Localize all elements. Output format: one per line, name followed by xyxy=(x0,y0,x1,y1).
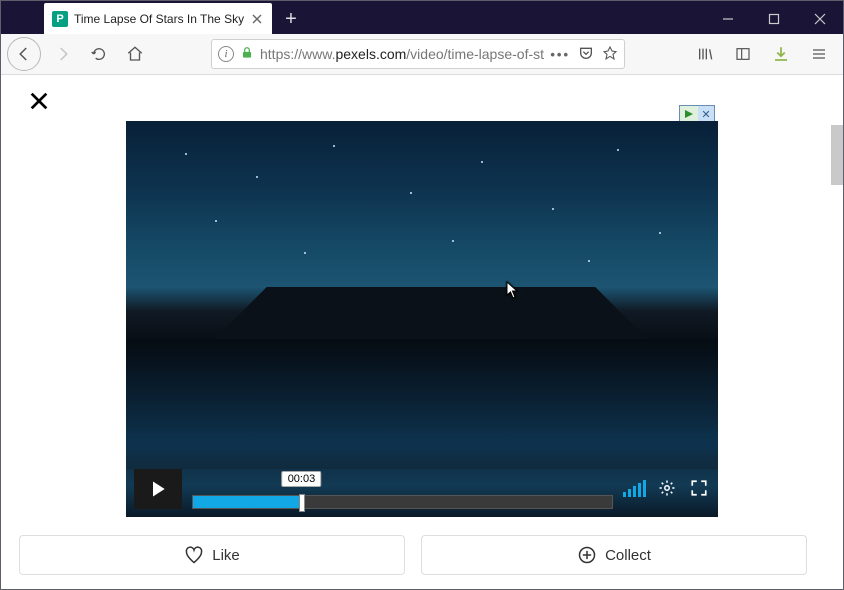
seek-progress xyxy=(193,496,302,508)
like-button[interactable]: Like xyxy=(19,535,405,575)
window-close-button[interactable] xyxy=(797,4,843,34)
home-button[interactable] xyxy=(119,39,151,69)
scrollbar[interactable] xyxy=(831,125,843,185)
minimize-button[interactable] xyxy=(705,4,751,34)
menu-icon[interactable] xyxy=(803,39,835,69)
seek-bar[interactable] xyxy=(192,495,613,509)
address-bar[interactable]: i https://www.pexels.com/video/time-laps… xyxy=(211,39,625,69)
window-controls xyxy=(705,4,843,34)
idm-play-icon[interactable] xyxy=(680,106,698,122)
pexels-favicon: P xyxy=(52,11,68,27)
tab-title: Time Lapse Of Stars In The Sky xyxy=(74,12,244,26)
fullscreen-icon[interactable] xyxy=(688,477,710,499)
action-bar: Like Collect xyxy=(19,535,807,575)
window-titlebar: P Time Lapse Of Stars In The Sky + xyxy=(1,1,843,34)
library-icon[interactable] xyxy=(689,39,721,69)
browser-tab[interactable]: P Time Lapse Of Stars In The Sky xyxy=(44,3,272,34)
heart-icon xyxy=(184,545,204,565)
lock-icon xyxy=(240,46,254,63)
video-controls: 00:03 xyxy=(134,457,710,509)
back-button[interactable] xyxy=(7,37,41,71)
collect-button[interactable]: Collect xyxy=(421,535,807,575)
settings-gear-icon[interactable] xyxy=(656,477,678,499)
video-player[interactable]: 00:03 xyxy=(126,121,718,517)
like-label: Like xyxy=(212,547,240,564)
idm-extension-icon[interactable] xyxy=(765,39,797,69)
reload-button[interactable] xyxy=(83,39,115,69)
modal-close-button[interactable] xyxy=(25,87,53,115)
video-frame-decoration xyxy=(126,339,718,470)
page-actions-icon[interactable]: ••• xyxy=(550,47,570,62)
maximize-button[interactable] xyxy=(751,4,797,34)
url-text: https://www.pexels.com/video/time-lapse-… xyxy=(260,46,544,62)
mouse-cursor xyxy=(506,281,520,299)
seek-knob[interactable] xyxy=(299,494,305,512)
collect-label: Collect xyxy=(605,547,651,564)
play-button[interactable] xyxy=(134,469,182,509)
idm-close-icon[interactable]: ✕ xyxy=(698,106,714,122)
plus-circle-icon xyxy=(577,545,597,565)
pocket-icon[interactable] xyxy=(578,45,594,64)
browser-toolbar: i https://www.pexels.com/video/time-laps… xyxy=(1,34,843,75)
page-content: ✕ 00:03 xyxy=(1,75,843,589)
new-tab-button[interactable]: + xyxy=(276,4,306,34)
site-info-icon[interactable]: i xyxy=(218,46,234,62)
bookmark-star-icon[interactable] xyxy=(602,45,618,64)
video-frame-decoration xyxy=(126,287,718,342)
forward-button xyxy=(47,39,79,69)
sidebar-icon[interactable] xyxy=(727,39,759,69)
tab-close-icon[interactable] xyxy=(250,12,264,26)
volume-control[interactable] xyxy=(623,491,646,509)
seek-time-tooltip: 00:03 xyxy=(282,471,322,487)
